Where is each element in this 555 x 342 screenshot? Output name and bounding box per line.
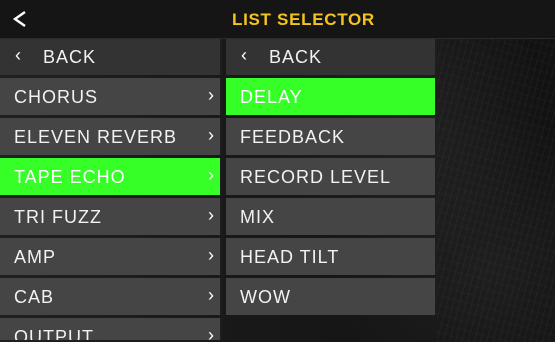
page-title: LIST SELECTOR xyxy=(232,10,375,29)
chevron-right-icon: › xyxy=(208,165,215,185)
list-item-mix[interactable]: MIX xyxy=(226,198,437,235)
back-label: BACK xyxy=(269,47,323,67)
chevron-right-icon: › xyxy=(208,125,215,145)
list-item-label: DELAY xyxy=(240,87,303,107)
list-item-label: CHORUS xyxy=(14,87,99,107)
list-item-cab[interactable]: CAB › xyxy=(0,278,222,315)
left-triangle-icon[interactable] xyxy=(8,7,32,31)
list-item-label: OUTPUT xyxy=(14,327,94,340)
effect-list: ‹ BACK CHORUS › ELEVEN REVERB › TAPE ECH… xyxy=(0,38,222,342)
list-item-tri-fuzz[interactable]: TRI FUZZ › xyxy=(0,198,222,235)
list-item-chorus[interactable]: CHORUS › xyxy=(0,78,222,115)
list-item-label: WOW xyxy=(240,287,291,307)
chevron-left-icon: ‹ xyxy=(241,45,248,65)
list-item-output[interactable]: OUTPUT › xyxy=(0,318,222,340)
list-item-label: AMP xyxy=(14,247,57,267)
chevron-right-icon: › xyxy=(208,285,215,305)
list-item-feedback[interactable]: FEEDBACK xyxy=(226,118,437,155)
list-item-head-tilt[interactable]: HEAD TILT xyxy=(226,238,437,275)
right-back-button[interactable]: ‹ BACK xyxy=(226,38,437,75)
list-item-label: HEAD TILT xyxy=(240,247,340,267)
list-item-delay[interactable]: DELAY xyxy=(226,78,437,115)
list-item-label: TAPE ECHO xyxy=(14,167,126,187)
list-item-label: RECORD LEVEL xyxy=(240,167,392,187)
chevron-right-icon: › xyxy=(208,205,215,225)
chevron-right-icon: › xyxy=(208,245,215,265)
list-item-label: MIX xyxy=(240,207,276,227)
left-back-button[interactable]: ‹ BACK xyxy=(0,38,222,75)
list-item-label: ELEVEN REVERB xyxy=(14,127,178,147)
list-item-label: TRI FUZZ xyxy=(14,207,102,227)
list-item-eleven-reverb[interactable]: ELEVEN REVERB › xyxy=(0,118,222,155)
list-item-label: CAB xyxy=(14,287,55,307)
chevron-right-icon: › xyxy=(208,325,215,340)
list-item-amp[interactable]: AMP › xyxy=(0,238,222,275)
top-bar: LIST SELECTOR xyxy=(0,0,555,39)
list-item-wow[interactable]: WOW xyxy=(226,278,437,315)
chevron-left-icon: ‹ xyxy=(15,45,22,65)
parameter-list: ‹ BACK DELAY FEEDBACK RECORD LEVEL MIX H… xyxy=(226,38,437,318)
back-label: BACK xyxy=(43,47,97,67)
list-item-record-level[interactable]: RECORD LEVEL xyxy=(226,158,437,195)
list-item-tape-echo[interactable]: TAPE ECHO › xyxy=(0,158,222,195)
list-item-label: FEEDBACK xyxy=(240,127,346,147)
list-selector-screen: LIST SELECTOR ‹ BACK CHORUS › ELEVEN REV… xyxy=(0,0,555,342)
chevron-right-icon: › xyxy=(208,85,215,105)
